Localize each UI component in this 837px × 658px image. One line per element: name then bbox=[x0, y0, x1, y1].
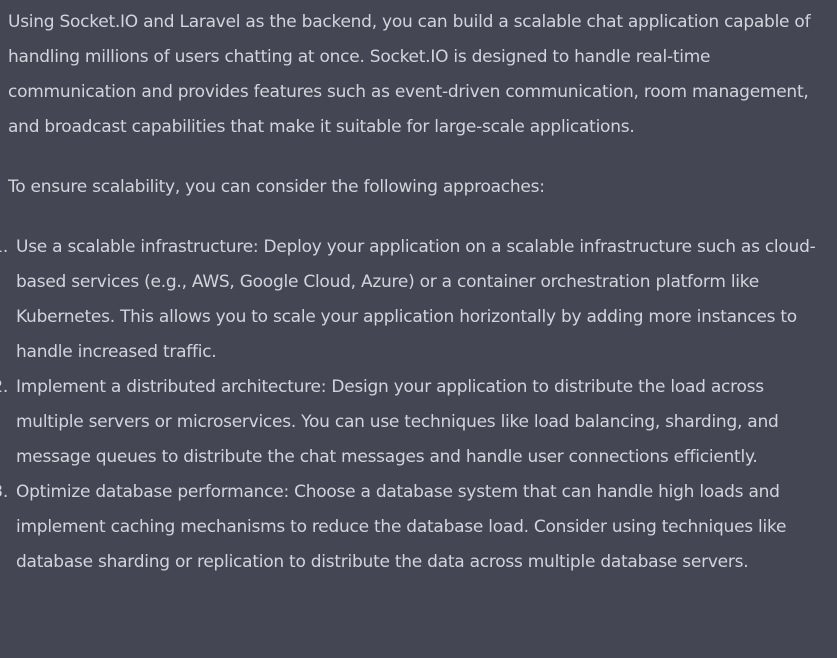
list-item-text: Implement a distributed architecture: De… bbox=[16, 377, 779, 467]
lead-paragraph: To ensure scalability, you can consider … bbox=[8, 177, 545, 197]
intro-paragraph: Using Socket.IO and Laravel as the backe… bbox=[8, 12, 811, 137]
list-item-text: Use a scalable infrastructure: Deploy yo… bbox=[16, 237, 816, 362]
list-item-text: Optimize database performance: Choose a … bbox=[16, 482, 787, 572]
list-marker: 1. bbox=[0, 237, 8, 257]
list-marker: 3. bbox=[0, 482, 8, 502]
assistant-message: Using Socket.IO and Laravel as the backe… bbox=[0, 5, 831, 580]
list-item: 3. Optimize database performance: Choose… bbox=[0, 475, 831, 580]
list-item: 2. Implement a distributed architecture:… bbox=[0, 370, 831, 475]
chat-page: { "message": { "intro": "Using Socket.IO… bbox=[0, 0, 837, 658]
approaches-list: 1. Use a scalable infrastructure: Deploy… bbox=[0, 230, 831, 580]
list-item: 1. Use a scalable infrastructure: Deploy… bbox=[0, 230, 831, 370]
list-marker: 2. bbox=[0, 377, 8, 397]
